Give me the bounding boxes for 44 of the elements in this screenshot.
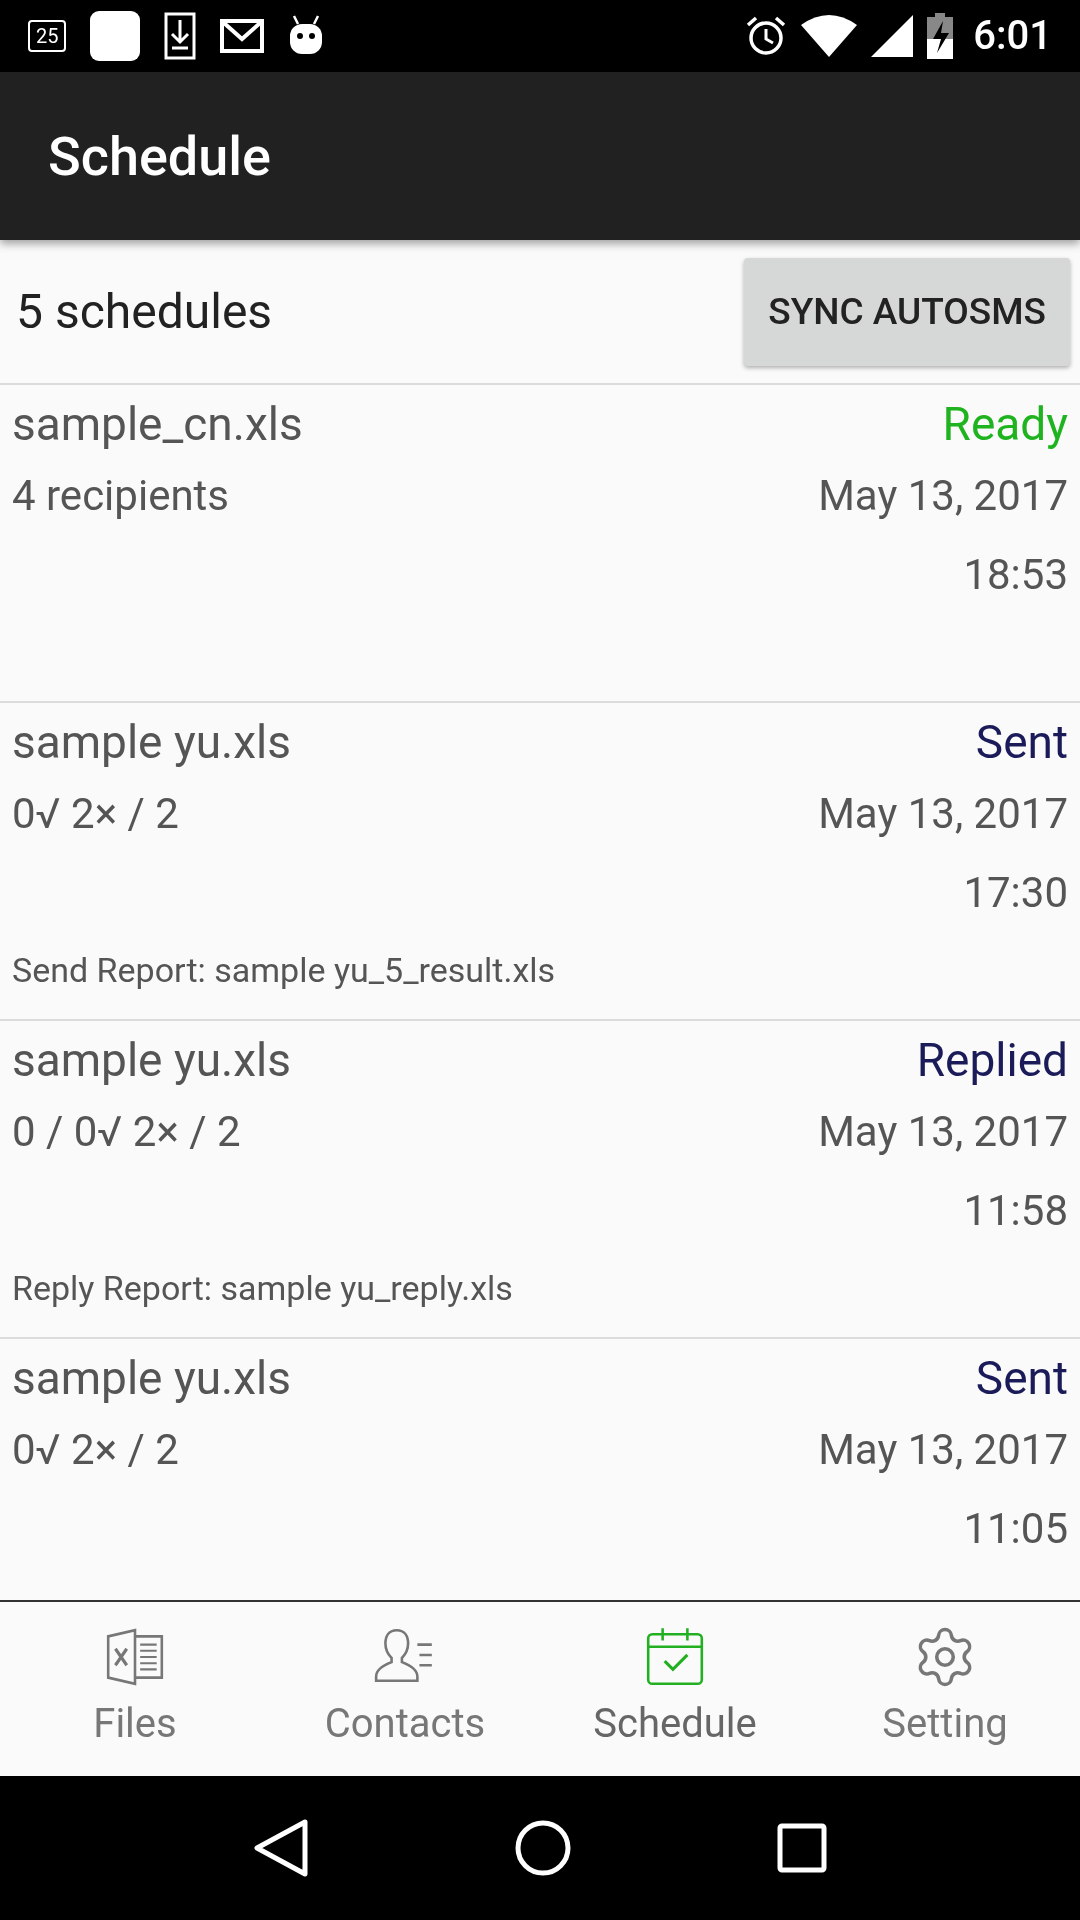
status-label: Ready (942, 395, 1068, 453)
file-name: sample yu.xls (12, 713, 291, 771)
wifi-icon (801, 15, 858, 57)
download-icon (164, 12, 197, 60)
schedule-date: May 13, 2017 (818, 1105, 1068, 1158)
status-label: Replied (916, 1031, 1068, 1089)
schedule-date: May 13, 2017 (818, 1423, 1068, 1476)
back-icon[interactable] (252, 1818, 309, 1878)
recipient-counts: 0√ 2× / 2 (12, 787, 179, 840)
schedule-time: 11:05 (963, 1502, 1068, 1555)
schedule-date: May 13, 2017 (818, 469, 1068, 522)
schedule-time: 18:53 (963, 548, 1068, 601)
schedule-date: May 13, 2017 (818, 787, 1068, 840)
file-name: sample yu.xls (12, 1031, 291, 1089)
recipient-counts: 4 recipients (12, 469, 229, 522)
schedule-item[interactable]: sample yu.xls Replied 0 / 0√ 2× / 2 May 13, 2017 11:58 Reply Report: sample yu_reply.xls (0, 1021, 1080, 1339)
report-file: Send Report: sample yu_5_result.xls (12, 948, 556, 992)
signal-icon (871, 15, 914, 57)
report-file: Reply Report: sample yu_reply.xls (12, 1266, 513, 1310)
mail-icon (220, 19, 265, 53)
recents-icon[interactable] (777, 1823, 828, 1873)
status-label: Sent (975, 713, 1068, 771)
clock-time: 6:01 (973, 11, 1052, 61)
battery-charging-icon (927, 13, 954, 59)
status-label: Sent (975, 1349, 1068, 1407)
schedule-time: 17:30 (963, 866, 1068, 919)
nav-tab[interactable]: Schedule (540, 1602, 810, 1776)
square-icon (90, 11, 141, 61)
nav-tab[interactable]: Files (0, 1602, 270, 1776)
app-bar-title: Schedule (48, 123, 271, 190)
schedule-item[interactable]: sample_cn.xls Ready 4 recipients May 13, 2017 18:53 (0, 385, 1080, 703)
nav-tab[interactable]: Contacts (270, 1602, 540, 1776)
file-name: sample yu.xls (12, 1349, 291, 1407)
file-name: sample_cn.xls (12, 395, 303, 453)
sync-button[interactable]: SYNC AUTOSMS (744, 257, 1070, 366)
schedule-count: 5 schedules (16, 281, 273, 342)
recipient-counts: 0√ 2× / 2 (12, 1423, 179, 1476)
schedule-time: 11:58 (963, 1184, 1068, 1237)
schedule-item[interactable]: sample yu.xls Sent 0√ 2× / 2 May 13, 2017 17:30 Send Report: sample yu_5_result.xls (0, 703, 1080, 1021)
nav-tab[interactable]: Setting (810, 1602, 1080, 1776)
recipient-counts: 0 / 0√ 2× / 2 (12, 1105, 241, 1158)
alarm-icon (745, 15, 788, 57)
home-icon[interactable] (514, 1819, 572, 1877)
notification-count-icon: 25 (28, 20, 67, 52)
